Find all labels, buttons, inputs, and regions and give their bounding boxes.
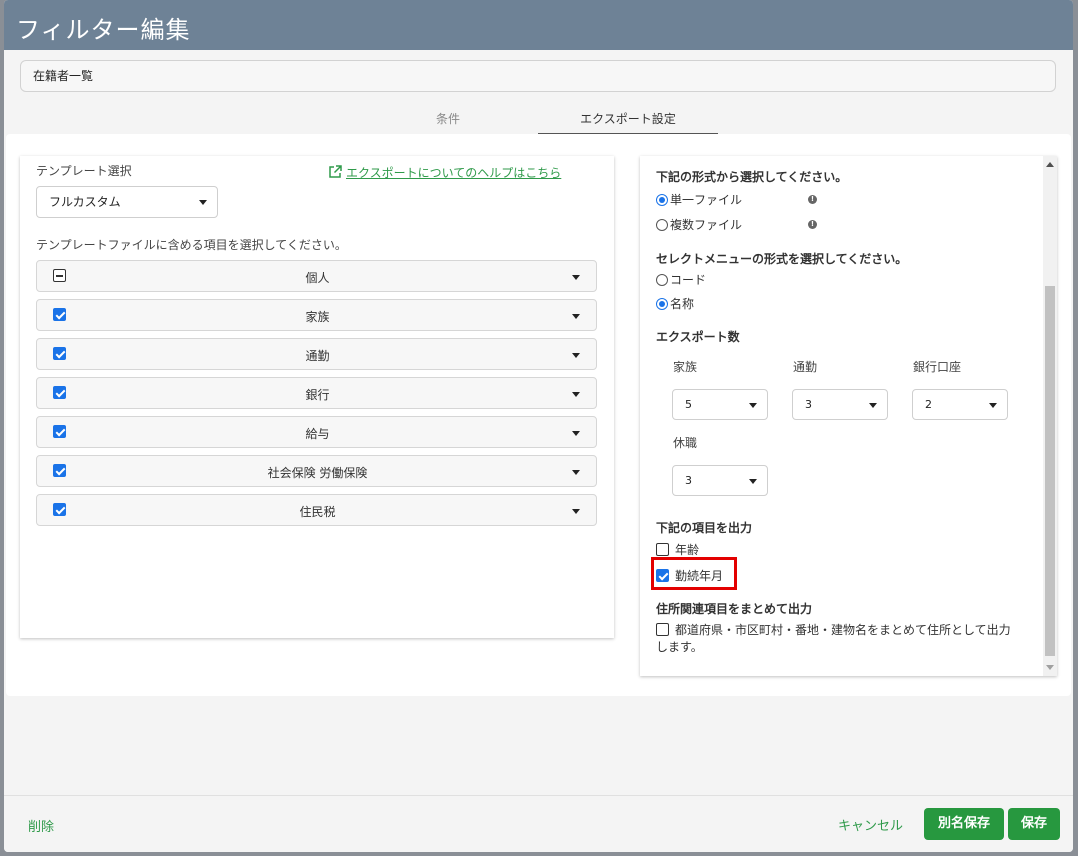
chevron-down-icon <box>869 402 877 408</box>
output-items-heading: 下記の項目を出力 <box>656 521 753 535</box>
accordion-item-label: 住民税 <box>299 505 336 519</box>
checkbox[interactable] <box>656 543 669 556</box>
export-count-heading: エクスポート数 <box>656 330 740 344</box>
chevron-down-icon <box>199 200 207 205</box>
cancel-button[interactable]: キャンセル <box>838 815 903 834</box>
checkbox[interactable] <box>656 623 669 636</box>
chevron-down-icon <box>749 402 757 408</box>
count-select-value: 5 <box>685 398 692 411</box>
radio-code[interactable]: コード <box>656 271 706 288</box>
chevron-down-icon <box>572 353 580 358</box>
scrollbar-thumb[interactable] <box>1045 286 1055 656</box>
chevron-down-icon <box>749 478 757 484</box>
chevron-down-icon <box>572 431 580 436</box>
count-select-family[interactable]: 5 <box>672 389 768 420</box>
accordion-item-family[interactable]: 家族 <box>36 299 597 331</box>
address-heading: 住所関連項目をまとめて出力 <box>656 602 813 616</box>
radio-button[interactable] <box>656 194 668 206</box>
accordion-item-bank[interactable]: 銀行 <box>36 377 597 409</box>
scrollbar[interactable] <box>1043 156 1057 676</box>
radio-button[interactable] <box>656 219 668 231</box>
tab-export-settings[interactable]: エクスポート設定 <box>538 104 718 135</box>
items-instruction: テンプレートファイルに含める項目を選択してください。 <box>36 238 347 252</box>
chevron-down-icon <box>572 470 580 475</box>
count-label-family: 家族 <box>673 360 698 374</box>
count-select-value: 3 <box>685 474 692 487</box>
accordion-item-commute[interactable]: 通勤 <box>36 338 597 370</box>
radio-label: コード <box>670 273 707 287</box>
checkbox-label: 都道府県・市区町村・番地・建物名をまとめて住所として出力 <box>675 623 1011 637</box>
delete-button[interactable]: 削除 <box>28 816 54 835</box>
chevron-down-icon <box>572 509 580 514</box>
template-select-value: フルカスタム <box>49 195 121 209</box>
accordion-item-label: 社会保険 労働保険 <box>267 466 368 480</box>
checkbox-label: 年齢 <box>675 543 700 557</box>
accordion-item-insurance[interactable]: 社会保険 労働保険 <box>36 455 597 487</box>
scroll-up-icon[interactable] <box>1046 162 1054 167</box>
tab-content: テンプレート選択 エクスポートについてのヘルプはこちら フルカスタム テンプレー… <box>6 134 1071 696</box>
radio-button[interactable] <box>656 274 668 286</box>
scroll-down-icon[interactable] <box>1046 665 1054 670</box>
count-select-bank-account[interactable]: 2 <box>912 389 1008 420</box>
format-heading: 下記の形式から選択してください。 <box>656 170 848 184</box>
tab-bar: 条件 エクスポート設定 <box>4 104 1073 136</box>
accordion-item-label: 給与 <box>305 427 330 441</box>
accordion-item-resident-tax[interactable]: 住民税 <box>36 494 597 526</box>
radio-button[interactable] <box>656 298 668 310</box>
radio-multiple-files[interactable]: 複数ファイル <box>656 216 742 233</box>
count-select-leave[interactable]: 3 <box>672 465 768 496</box>
chevron-down-icon <box>572 314 580 319</box>
radio-label: 単一ファイル <box>670 193 743 207</box>
radio-single-file[interactable]: 単一ファイル <box>656 191 742 208</box>
chevron-down-icon <box>572 275 580 280</box>
export-options-panel: 下記の形式から選択してください。 単一ファイル ! 複数ファイル ! セレクトメ… <box>640 156 1057 676</box>
accordion-item-label: 通勤 <box>305 349 330 363</box>
accordion-item-label: 個人 <box>305 271 330 285</box>
chevron-down-icon <box>572 392 580 397</box>
accordion-item-label: 銀行 <box>305 388 330 402</box>
template-select-label: テンプレート選択 <box>36 164 132 178</box>
count-label-leave: 休職 <box>673 436 698 450</box>
filter-edit-modal: フィルター編集 在籍者一覧 条件 エクスポート設定 テンプレート選択 エクスポー… <box>4 0 1073 852</box>
menu-format-heading: セレクトメニューの形式を選択してください。 <box>656 252 908 266</box>
tab-conditions[interactable]: 条件 <box>378 104 518 135</box>
radio-name[interactable]: 名称 <box>656 295 694 312</box>
checkbox-age[interactable]: 年齢 <box>656 541 699 558</box>
modal-title: フィルター編集 <box>4 0 1073 50</box>
save-as-button[interactable]: 別名保存 <box>924 808 1004 840</box>
modal-footer: 削除 キャンセル 別名保存 保存 <box>4 795 1073 852</box>
external-link-icon <box>329 165 342 178</box>
accordion-item-salary[interactable]: 給与 <box>36 416 597 448</box>
chevron-down-icon <box>989 402 997 408</box>
save-button[interactable]: 保存 <box>1008 808 1060 840</box>
checkbox-label-continued: します。 <box>656 640 703 654</box>
export-help-link-text: エクスポートについてのヘルプはこちら <box>346 166 562 180</box>
accordion-item-personal[interactable]: 個人 <box>36 260 597 292</box>
filter-name-input[interactable]: 在籍者一覧 <box>20 60 1056 92</box>
highlight-box <box>651 557 737 590</box>
radio-label: 名称 <box>670 297 695 311</box>
count-select-commute[interactable]: 3 <box>792 389 888 420</box>
export-help-link[interactable]: エクスポートについてのヘルプはこちら <box>328 164 561 181</box>
count-label-commute: 通勤 <box>793 360 818 374</box>
count-label-bank-account: 銀行口座 <box>913 360 962 374</box>
accordion-item-label: 家族 <box>305 310 330 324</box>
template-panel: テンプレート選択 エクスポートについてのヘルプはこちら フルカスタム テンプレー… <box>20 156 614 638</box>
info-icon[interactable]: ! <box>808 220 817 229</box>
info-icon[interactable]: ! <box>808 195 817 204</box>
checkbox-combine-address[interactable]: 都道府県・市区町村・番地・建物名をまとめて住所として出力します。 <box>656 622 1026 656</box>
template-select[interactable]: フルカスタム <box>36 186 218 218</box>
count-select-value: 3 <box>805 398 812 411</box>
count-select-value: 2 <box>925 398 932 411</box>
radio-label: 複数ファイル <box>670 218 743 232</box>
